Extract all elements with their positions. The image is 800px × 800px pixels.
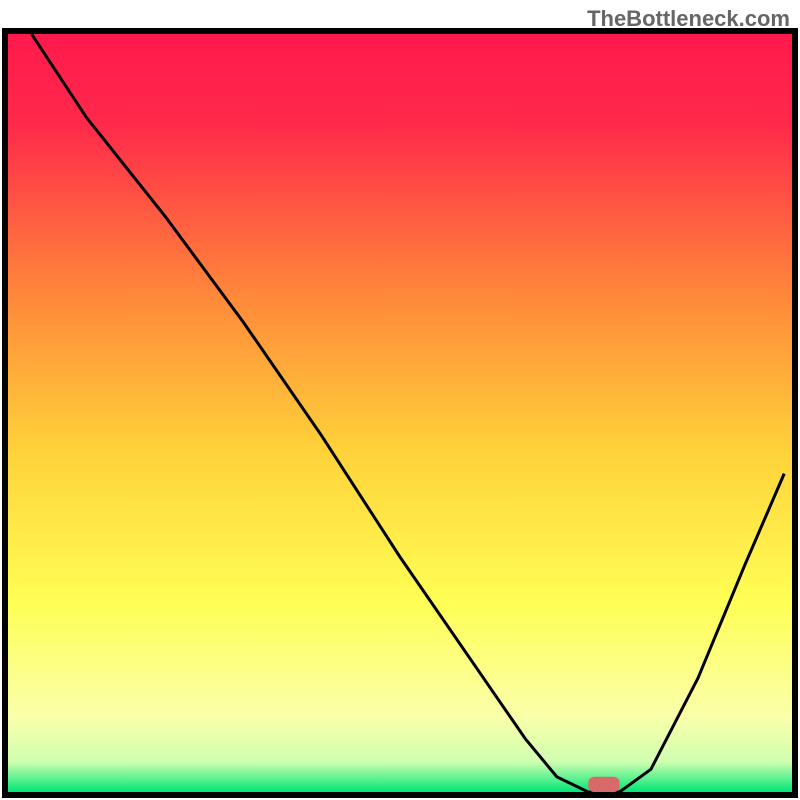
optimal-marker bbox=[588, 777, 619, 792]
chart-frame bbox=[2, 28, 798, 798]
chart-plot-area bbox=[8, 34, 792, 792]
chart-background bbox=[8, 34, 792, 792]
chart-container: TheBottleneck.com bbox=[0, 0, 800, 800]
chart-svg bbox=[8, 34, 792, 792]
watermark-text: TheBottleneck.com bbox=[587, 6, 790, 32]
